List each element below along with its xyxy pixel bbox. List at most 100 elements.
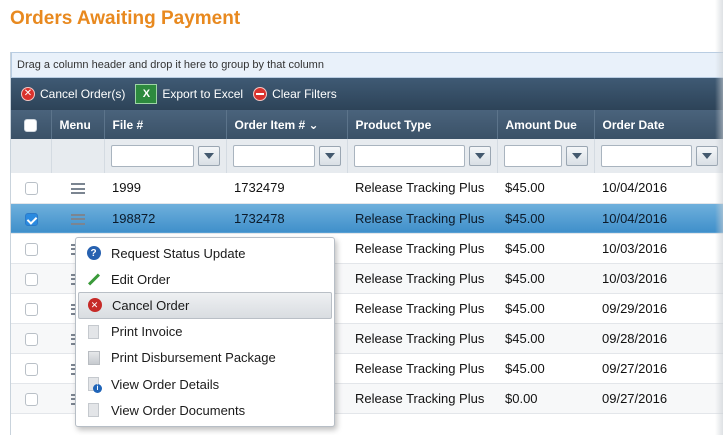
row-select-cell[interactable] [11, 203, 51, 234]
row-checkbox[interactable] [24, 362, 38, 376]
row-checkbox[interactable] [24, 332, 38, 346]
row-select-cell[interactable] [11, 233, 51, 264]
column-header-file[interactable]: File # [104, 110, 227, 139]
grid-toolbar: ✕ Cancel Order(s) X Export to Excel Clea… [11, 78, 723, 110]
row-checkbox[interactable] [24, 182, 38, 196]
amount-due-filter-input[interactable] [503, 145, 562, 167]
context-menu-item-cancel-order[interactable]: ✕ Cancel Order [78, 292, 332, 319]
amount-due-cell: $45.00 [497, 263, 594, 294]
order-item-filter-input[interactable] [232, 145, 315, 167]
page-title: Orders Awaiting Payment [10, 8, 241, 29]
filter-icon [324, 153, 335, 159]
excel-icon: X [135, 84, 158, 104]
export-excel-label: Export to Excel [162, 87, 244, 101]
order-date-filter-input[interactable] [600, 145, 692, 167]
select-all-header[interactable] [11, 110, 52, 139]
row-checkbox[interactable] [24, 302, 38, 316]
cancel-icon: ✕ [87, 298, 102, 313]
header-row: Menu File # Order Item # ⌄ Product Type … [11, 110, 723, 139]
table-row[interactable]: 198872 1732478 Release Tracking Plus $45.00… [11, 203, 723, 234]
order-date-cell: 10/04/2016 [594, 203, 723, 234]
cancel-orders-button[interactable]: ✕ Cancel Order(s) [21, 87, 125, 101]
file-filter-input[interactable] [110, 145, 194, 167]
column-header-order-item[interactable]: Order Item # ⌄ [226, 110, 348, 139]
product-type-cell: Release Tracking Plus [347, 323, 497, 354]
product-type-filter-input[interactable] [353, 145, 465, 167]
order-date-cell: 09/29/2016 [594, 293, 723, 324]
row-select-cell[interactable] [11, 323, 51, 354]
context-menu-label: Print Disbursement Package [111, 350, 276, 366]
amount-due-cell: $45.00 [497, 203, 594, 234]
context-menu-item-edit-order[interactable]: Edit Order [78, 266, 332, 292]
product-type-cell: Release Tracking Plus [347, 263, 497, 294]
row-menu-icon[interactable] [70, 183, 85, 195]
column-header-product-type[interactable]: Product Type [347, 110, 498, 139]
row-select-cell[interactable] [11, 263, 51, 294]
row-context-menu: ? Request Status Update Edit Order ✕ Cancel … [75, 237, 335, 427]
context-menu-item-request-status-update[interactable]: ? Request Status Update [78, 240, 332, 266]
row-select-cell[interactable] [11, 383, 51, 414]
filter-icon [701, 153, 712, 159]
context-menu-label: Print Invoice [111, 324, 183, 340]
product-type-cell: Release Tracking Plus [347, 353, 497, 384]
row-select-cell[interactable] [11, 353, 51, 384]
row-select-cell[interactable] [11, 173, 51, 204]
context-menu-label: Cancel Order [112, 297, 190, 313]
window-edge-shadow [715, 0, 723, 435]
row-checkbox[interactable] [24, 212, 38, 226]
order-item-filter-button[interactable] [318, 146, 341, 166]
document-icon [86, 324, 101, 339]
amount-due-cell: $45.00 [497, 323, 594, 354]
product-type-cell: Release Tracking Plus [347, 203, 497, 234]
group-by-drop-zone[interactable]: Drag a column header and drop it here to… [11, 52, 723, 78]
column-header-amount-due[interactable]: Amount Due [497, 110, 595, 139]
filter-icon [203, 153, 214, 159]
edit-icon [86, 272, 101, 287]
cancel-orders-label: Cancel Order(s) [40, 87, 126, 101]
document-icon [86, 403, 101, 418]
select-all-checkbox[interactable] [24, 118, 38, 132]
row-checkbox[interactable] [24, 242, 38, 256]
clear-icon [253, 87, 268, 101]
amount-due-filter-button[interactable] [565, 146, 588, 166]
filter-row [11, 139, 723, 173]
context-menu-item-print-disbursement-package[interactable]: Print Disbursement Package [78, 345, 332, 371]
export-excel-button[interactable]: X Export to Excel [135, 84, 243, 104]
filter-icon [474, 153, 485, 159]
column-header-order-date[interactable]: Order Date [594, 110, 723, 139]
row-menu-icon[interactable] [70, 213, 85, 225]
context-menu-item-view-order-documents[interactable]: View Order Documents [78, 397, 332, 423]
filter-icon [571, 153, 582, 159]
package-icon [86, 350, 101, 365]
clear-filters-button[interactable]: Clear Filters [253, 87, 337, 101]
context-menu-label: View Order Details [111, 376, 220, 392]
row-checkbox[interactable] [24, 272, 38, 286]
order-item-cell: 1732478 [226, 203, 347, 234]
order-date-cell: 09/27/2016 [594, 353, 723, 384]
context-menu-label: View Order Documents [111, 402, 246, 418]
product-type-cell: Release Tracking Plus [347, 383, 497, 414]
column-header-menu[interactable]: Menu [51, 110, 105, 139]
amount-due-cell: $0.00 [497, 383, 594, 414]
row-select-cell[interactable] [11, 293, 51, 324]
clear-filters-label: Clear Filters [272, 87, 337, 101]
row-checkbox[interactable] [24, 392, 38, 406]
product-type-filter-button[interactable] [468, 146, 491, 166]
context-menu-item-print-invoice[interactable]: Print Invoice [78, 319, 332, 345]
order-date-cell: 10/03/2016 [594, 263, 723, 294]
product-type-cell: Release Tracking Plus [347, 233, 497, 264]
row-menu-cell[interactable] [51, 203, 104, 234]
help-icon: ? [86, 246, 101, 261]
file-filter-button[interactable] [197, 146, 220, 166]
file-cell: 1999 [104, 173, 226, 204]
order-item-cell: 1732479 [226, 173, 347, 204]
product-type-cell: Release Tracking Plus [347, 293, 497, 324]
amount-due-cell: $45.00 [497, 173, 594, 204]
order-date-cell: 10/04/2016 [594, 173, 723, 204]
order-date-cell: 10/03/2016 [594, 233, 723, 264]
table-row[interactable]: 1999 1732479 Release Tracking Plus $45.00 10… [11, 173, 723, 204]
amount-due-cell: $45.00 [497, 293, 594, 324]
row-menu-cell[interactable] [51, 173, 104, 204]
cancel-icon: ✕ [21, 87, 35, 101]
context-menu-item-view-order-details[interactable]: View Order Details [78, 371, 332, 397]
